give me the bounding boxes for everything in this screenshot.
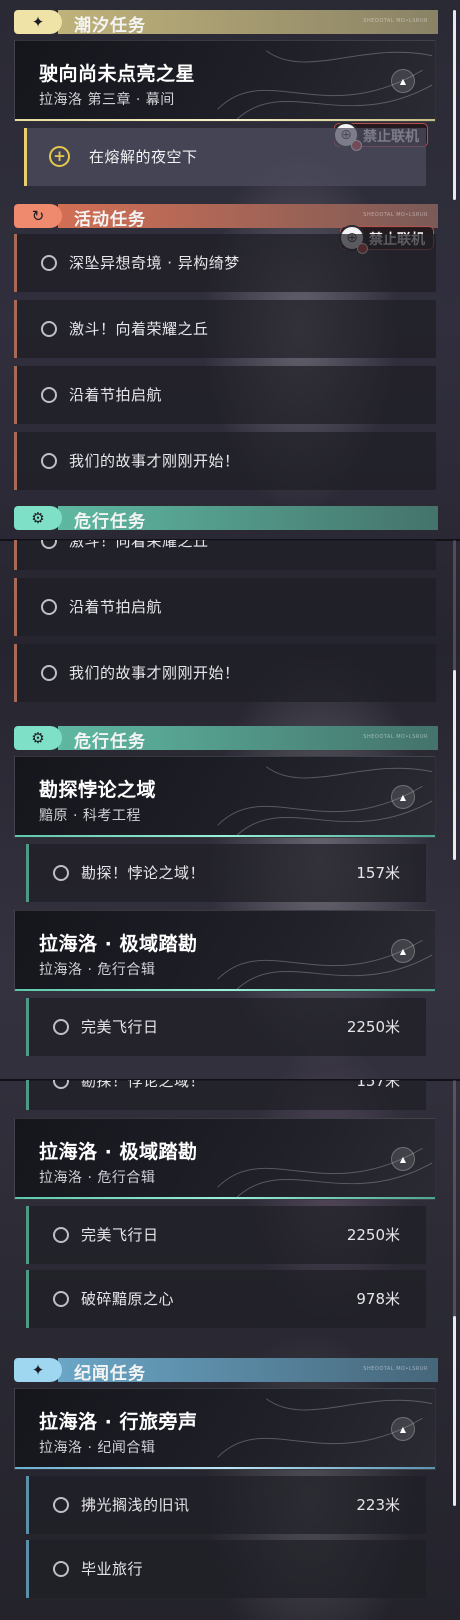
screenshot-segment-1: ✦ 潮汐任务 SHEOOTAL MO•LSRUR 驶向尚未点亮之星 拉海洛 第三… <box>0 0 460 540</box>
task-row-event-1[interactable]: 深坠异想奇境 · 异构绮梦 <box>14 234 436 292</box>
distance-label: 2250米 <box>346 1226 400 1244</box>
task-row-event-2[interactable]: 激斗！向着荣耀之丘 <box>14 540 436 570</box>
quest-card-danger-2[interactable]: 拉海洛 · 极域踏勘 拉海洛 · 危行合辑 ▲ <box>14 1118 436 1200</box>
danger-quest-header[interactable]: ⚙ 危行任务 SHEOOTAL MO•LSRUR <box>14 726 438 752</box>
quest-title: 勘探悖论之域 <box>39 779 157 801</box>
circle-icon <box>41 540 57 549</box>
scrollbar-thumb[interactable] <box>453 10 456 200</box>
circle-icon <box>53 1080 69 1089</box>
task-row-event-4[interactable]: 我们的故事才刚刚开始！ <box>14 432 436 490</box>
scrollbar-thumb[interactable] <box>453 670 456 860</box>
category-title: 潮汐任务 <box>74 16 146 36</box>
task-row-danger-3[interactable]: 破碎黯原之心 978米 <box>26 1270 426 1328</box>
circle-icon <box>53 1561 69 1577</box>
screenshot-segment-2: 激斗！向着荣耀之丘 沿着节拍启航 我们的故事才刚刚开始！ ⚙ 危行任务 SHEO… <box>0 540 460 1080</box>
circle-icon <box>41 387 57 403</box>
gear-icon: ⚙ <box>14 726 62 750</box>
task-row-chronicle-1[interactable]: 拂光搁浅的旧讯 223米 <box>26 1476 426 1534</box>
collapse-icon[interactable]: ▲ <box>391 1147 415 1171</box>
quest-card-danger-2[interactable]: 拉海洛 · 极域踏勘 拉海洛 · 危行合辑 ▲ <box>14 910 436 992</box>
task-row-tide[interactable]: + 在熔解的夜空下 <box>24 128 426 186</box>
circle-icon <box>53 1497 69 1513</box>
task-row-event-3[interactable]: 沿着节拍启航 <box>14 578 436 636</box>
quest-subtitle: 拉海洛 第三章 · 幕间 <box>39 92 175 108</box>
chronicle-quest-header[interactable]: ✦ 纪闻任务 SHEOOTAL MO•LSRUR <box>14 1358 438 1384</box>
distance-label: 223米 <box>356 1496 400 1514</box>
task-row-danger-2[interactable]: 完美飞行日 2250米 <box>26 1206 426 1264</box>
danger-quest-header-partial[interactable]: ⚙ 危行任务 <box>14 506 438 532</box>
circle-icon <box>53 1227 69 1243</box>
add-circle-icon: + <box>49 146 70 167</box>
quest-subtitle: 拉海洛 · 危行合辑 <box>39 962 156 978</box>
task-row-event-3[interactable]: 沿着节拍启航 <box>14 366 436 424</box>
category-title: 活动任务 <box>74 210 146 230</box>
collapse-icon[interactable]: ▲ <box>391 69 415 93</box>
quest-card-chronicle[interactable]: 拉海洛 · 行旅旁声 拉海洛 · 纪闻合辑 ▲ <box>14 1388 436 1470</box>
quest-title: 拉海洛 · 极域踏勘 <box>39 1141 198 1163</box>
quest-card-tide[interactable]: 驶向尚未点亮之星 拉海洛 第三章 · 幕间 ▲ <box>14 40 436 122</box>
star-icon: ✦ <box>14 10 62 34</box>
circle-icon <box>41 453 57 469</box>
quest-subtitle: 黯原 · 科考工程 <box>39 808 141 824</box>
event-quest-header[interactable]: ↻ 活动任务 SHEOOTAL MO•LSRUR <box>14 204 438 230</box>
star-icon: ✦ <box>14 1358 62 1382</box>
distance-label: 157米 <box>356 1080 400 1090</box>
circle-icon <box>41 255 57 271</box>
task-row-danger-1[interactable]: 勘探！悖论之域！ 157米 <box>26 1080 426 1110</box>
task-row-danger-2[interactable]: 完美飞行日 2250米 <box>26 998 426 1056</box>
quest-subtitle: 拉海洛 · 纪闻合辑 <box>39 1440 156 1456</box>
circle-icon <box>41 599 57 615</box>
quest-title: 拉海洛 · 行旅旁声 <box>39 1411 198 1433</box>
category-title: 危行任务 <box>74 512 146 532</box>
circle-icon <box>41 321 57 337</box>
task-row-event-4[interactable]: 我们的故事才刚刚开始！ <box>14 644 436 702</box>
task-row-danger-1[interactable]: 勘探！悖论之域！ 157米 <box>26 844 426 902</box>
quest-card-danger-1[interactable]: 勘探悖论之域 黯原 · 科考工程 ▲ <box>14 756 436 838</box>
circle-icon <box>41 665 57 681</box>
header-tiny-text: SHEOOTAL MO•LSRUR <box>363 18 428 24</box>
scrollbar-thumb[interactable] <box>453 1316 456 1506</box>
distance-label: 978米 <box>356 1290 400 1308</box>
collapse-icon[interactable]: ▲ <box>391 1417 415 1441</box>
refresh-icon: ↻ <box>14 204 62 228</box>
task-row-chronicle-2[interactable]: 毕业旅行 <box>26 1540 426 1598</box>
circle-icon <box>53 865 69 881</box>
quest-title: 拉海洛 · 极域踏勘 <box>39 933 198 955</box>
category-title: 纪闻任务 <box>74 1364 146 1384</box>
screenshot-segment-3: 勘探！悖论之域！ 157米 拉海洛 · 极域踏勘 拉海洛 · 危行合辑 ▲ 完美… <box>0 1080 460 1620</box>
circle-icon <box>53 1291 69 1307</box>
category-title: 危行任务 <box>74 732 146 752</box>
gear-icon: ⚙ <box>14 506 62 530</box>
task-row-event-2[interactable]: 激斗！向着荣耀之丘 <box>14 300 436 358</box>
quest-subtitle: 拉海洛 · 危行合辑 <box>39 1170 156 1186</box>
tide-quest-header[interactable]: ✦ 潮汐任务 SHEOOTAL MO•LSRUR <box>14 10 438 36</box>
distance-label: 2250米 <box>346 1018 400 1036</box>
quest-title: 驶向尚未点亮之星 <box>39 63 196 85</box>
circle-icon <box>53 1019 69 1035</box>
collapse-icon[interactable]: ▲ <box>391 785 415 809</box>
collapse-icon[interactable]: ▲ <box>391 939 415 963</box>
distance-label: 157米 <box>356 864 400 882</box>
